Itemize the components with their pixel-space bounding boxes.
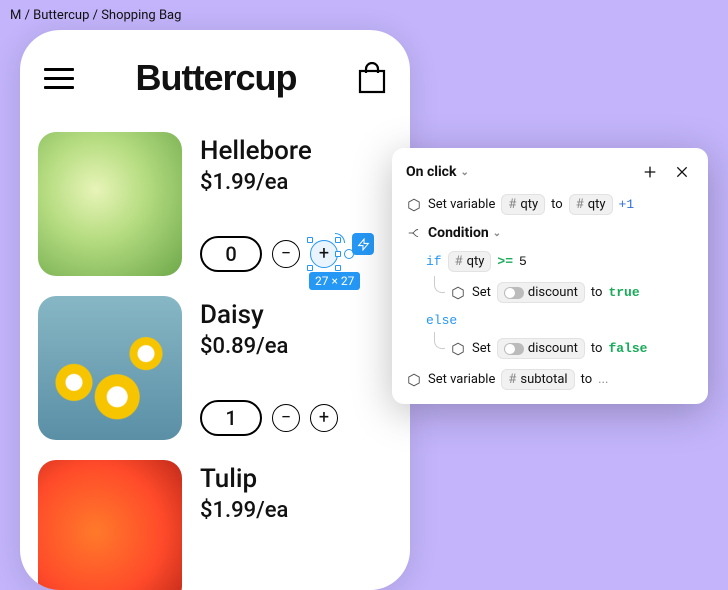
product-row: Daisy $0.89/ea 1 − + xyxy=(38,296,392,440)
expression-literal: +1 xyxy=(619,197,635,212)
condition-if-row[interactable]: if #qty >= 5 xyxy=(406,251,694,272)
interaction-badge-icon[interactable] xyxy=(352,233,374,255)
to-label: to xyxy=(591,285,603,300)
literal-true: true xyxy=(608,285,639,300)
product-image xyxy=(38,460,182,590)
condition-else-row[interactable]: else xyxy=(406,313,694,328)
decrement-button[interactable]: − xyxy=(272,240,300,268)
else-keyword: else xyxy=(426,313,457,328)
shopping-bag-icon[interactable] xyxy=(358,62,386,94)
hexagon-icon xyxy=(450,342,466,356)
operator: >= xyxy=(497,254,513,269)
product-row: Tulip $1.99/ea xyxy=(38,460,392,590)
product-price: $1.99/ea xyxy=(200,170,392,195)
increment-button[interactable]: + xyxy=(310,404,338,432)
hexagon-icon xyxy=(406,373,422,387)
trigger-dropdown[interactable]: On click⌄ xyxy=(406,164,469,180)
variable-chip[interactable]: #qty xyxy=(448,251,492,272)
breadcrumb[interactable]: M / Buttercup / Shopping Bag xyxy=(10,8,181,23)
hexagon-icon xyxy=(406,198,422,212)
to-label: to xyxy=(551,197,563,212)
variable-chip[interactable]: #subtotal xyxy=(501,369,574,390)
literal: 5 xyxy=(519,254,527,269)
close-button[interactable] xyxy=(670,160,694,184)
variable-chip[interactable]: #qty xyxy=(501,194,545,215)
action-label: Set variable xyxy=(428,197,495,212)
product-price: $0.89/ea xyxy=(200,334,392,359)
hamburger-menu-icon[interactable] xyxy=(44,68,74,89)
brand-title: Buttercup xyxy=(136,57,297,99)
product-row: Hellebore $1.99/ea 0 − + xyxy=(38,132,392,276)
product-image xyxy=(38,132,182,276)
condition-header[interactable]: Condition⌄ xyxy=(406,225,694,241)
product-name: Tulip xyxy=(200,464,392,494)
action-label: Set variable xyxy=(428,372,495,387)
hexagon-icon xyxy=(450,286,466,300)
branch-icon xyxy=(406,226,422,240)
increment-button[interactable]: + xyxy=(310,240,338,268)
literal-false: false xyxy=(608,341,647,356)
action-label: Set xyxy=(472,285,491,300)
interaction-panel: On click⌄ Set variable #qty to #qty +1 xyxy=(392,148,708,404)
quantity-value: 0 xyxy=(200,236,262,272)
action-row[interactable]: Set variable #qty to #qty +1 xyxy=(406,194,694,215)
if-keyword: if xyxy=(426,254,442,269)
expression-ellipsis: ... xyxy=(598,372,608,387)
action-row[interactable]: Set discount to true xyxy=(406,282,694,303)
to-label: to xyxy=(581,372,593,387)
selection-size-badge: 27 × 27 xyxy=(309,272,360,290)
quantity-value: 1 xyxy=(200,400,262,436)
decrement-button[interactable]: − xyxy=(272,404,300,432)
product-name: Daisy xyxy=(200,300,392,330)
action-label: Set xyxy=(472,341,491,356)
product-image xyxy=(38,296,182,440)
action-row[interactable]: Set discount to false xyxy=(406,338,694,359)
action-row[interactable]: Set variable #subtotal to ... xyxy=(406,369,694,390)
product-price: $1.99/ea xyxy=(200,498,392,523)
to-label: to xyxy=(591,341,603,356)
variable-chip[interactable]: #qty xyxy=(569,194,613,215)
phone-frame: Buttercup Hellebore $1.99/ea 0 − + xyxy=(20,30,410,590)
add-action-button[interactable] xyxy=(638,160,662,184)
variable-chip[interactable]: discount xyxy=(497,282,585,303)
variable-chip[interactable]: discount xyxy=(497,338,585,359)
product-name: Hellebore xyxy=(200,136,392,166)
